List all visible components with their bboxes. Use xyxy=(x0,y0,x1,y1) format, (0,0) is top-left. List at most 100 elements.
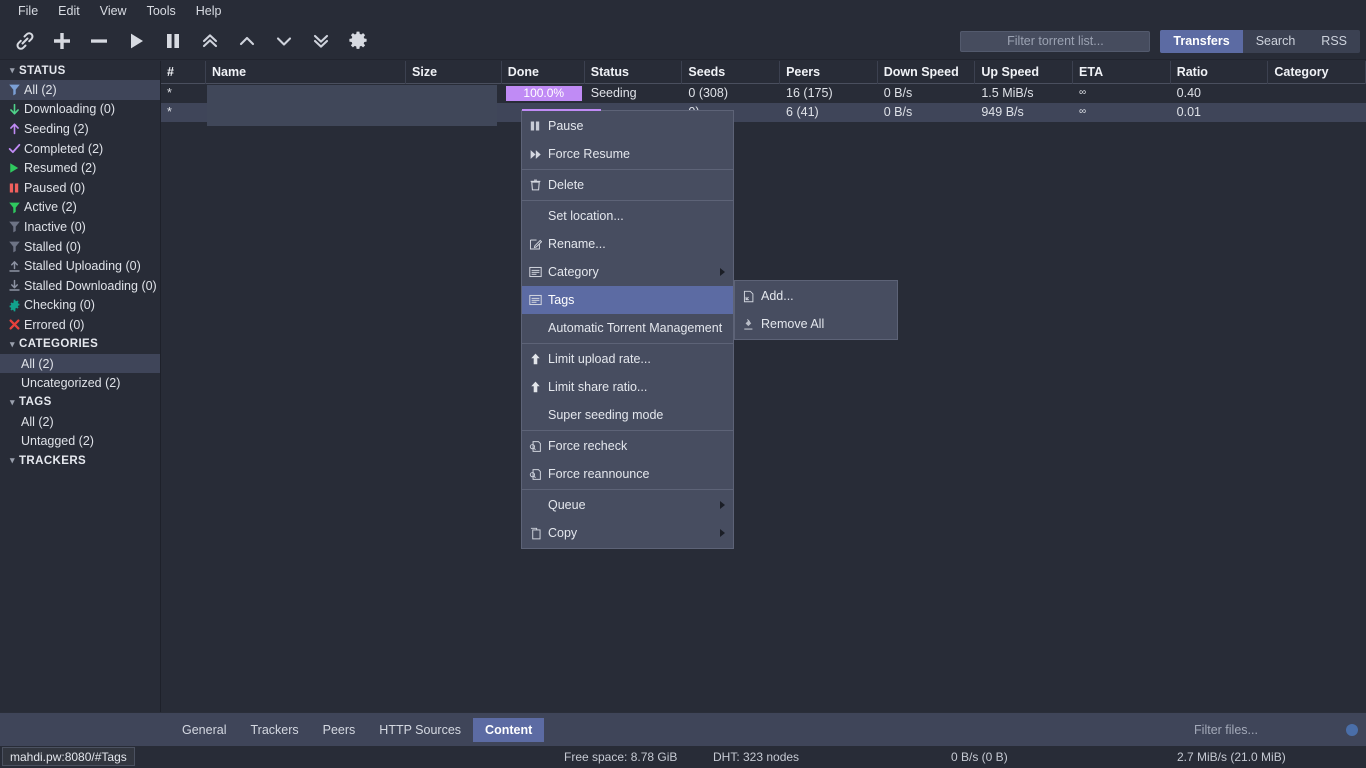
qbittorrent-window: File Edit View Tools Help Filter torrent… xyxy=(0,0,1366,768)
pause-icon[interactable] xyxy=(154,24,191,58)
menu-item-file[interactable]: File xyxy=(8,0,48,22)
menu-separator xyxy=(522,489,733,490)
column-header-[interactable]: # xyxy=(161,61,207,84)
column-header-size[interactable]: Size xyxy=(406,61,502,84)
tags-submenu-item-add[interactable]: Add... xyxy=(735,282,897,310)
details-tab-peers[interactable]: Peers xyxy=(311,718,368,742)
resume-icon[interactable] xyxy=(117,24,154,58)
context-menu-item-delete[interactable]: Delete xyxy=(522,171,733,199)
force-resume-icon xyxy=(522,148,548,161)
torrent-list-panel: # Name Size Done Status Seeds Peers Down Speed U… xyxy=(161,61,1366,712)
sidebar-item-stalled-uploading-0[interactable]: Stalled Uploading (0) xyxy=(0,256,160,276)
sidebar-item-uncategorized-2[interactable]: Uncategorized (2) xyxy=(0,373,160,393)
context-menu-item-label: Copy xyxy=(548,526,578,540)
menu-item-help[interactable]: Help xyxy=(186,0,232,22)
column-header-status[interactable]: Status xyxy=(585,61,683,84)
remove-all-tags-icon xyxy=(735,318,761,331)
preferences-gear-icon[interactable] xyxy=(339,24,376,58)
sidebar-group-label: STATUS xyxy=(19,64,66,77)
sidebar-item-label: Stalled Downloading (0) xyxy=(24,278,157,293)
context-menu-item-queue[interactable]: Queue xyxy=(522,491,733,519)
context-menu-item-rename[interactable]: Rename... xyxy=(522,230,733,258)
context-menu-item-category[interactable]: Category xyxy=(522,258,733,286)
bottom-priority-icon[interactable] xyxy=(302,24,339,58)
torrent-filter-input[interactable] xyxy=(960,30,1151,52)
details-tab-http-sources[interactable]: HTTP Sources xyxy=(367,718,473,742)
submenu-arrow-icon xyxy=(720,268,725,276)
menu-item-edit[interactable]: Edit xyxy=(48,0,90,22)
sidebar-item-paused-0[interactable]: Paused (0) xyxy=(0,178,160,198)
sidebar-item-resumed-2[interactable]: Resumed (2) xyxy=(0,158,160,178)
sidebar-item-active-2[interactable]: Active (2) xyxy=(0,198,160,218)
remove-torrent-icon[interactable] xyxy=(80,24,117,58)
details-tab-trackers[interactable]: Trackers xyxy=(238,718,310,742)
sidebar-item-all-2[interactable]: All (2) xyxy=(0,353,160,374)
context-menu-item-force-reannounce[interactable]: Force reannounce xyxy=(522,460,733,488)
column-header-done[interactable]: Done xyxy=(502,61,585,84)
cell-eta: ∞ xyxy=(1079,106,1087,117)
column-header-ratio[interactable]: Ratio xyxy=(1171,61,1269,84)
tags-submenu-item-remove-all[interactable]: Remove All xyxy=(735,310,897,338)
sidebar-item-downloading-0[interactable]: Downloading (0) xyxy=(0,100,160,120)
sidebar-item-stalled-downloading-0[interactable]: Stalled Downloading (0) xyxy=(0,276,160,296)
sidebar-item-untagged-2[interactable]: Untagged (2) xyxy=(0,432,160,452)
column-header-eta[interactable]: ETA xyxy=(1073,61,1171,84)
sidebar-group-label: TAGS xyxy=(19,396,52,409)
tab-rss[interactable]: RSS xyxy=(1308,30,1360,53)
category-icon xyxy=(522,266,548,278)
filter-files-options-icon[interactable] xyxy=(1346,724,1358,736)
column-header-peers[interactable]: Peers xyxy=(780,61,878,84)
sidebar-group-categories[interactable]: ▾ CATEGORIES xyxy=(0,335,160,354)
sidebar-item-checking-0[interactable]: Checking (0) xyxy=(0,296,160,316)
context-menu-item-copy[interactable]: Copy xyxy=(522,519,733,547)
upload-stalled-icon xyxy=(4,260,24,273)
column-header-seeds[interactable]: Seeds xyxy=(682,61,781,84)
context-menu-item-label: Super seeding mode xyxy=(548,408,664,422)
context-menu-item-label: Delete xyxy=(548,178,585,192)
upload-speed-status: 2.7 MiB/s (21.0 MiB) xyxy=(1177,750,1286,764)
chevron-down-icon: ▾ xyxy=(10,396,15,407)
column-header-down-speed[interactable]: Down Speed xyxy=(878,61,976,84)
context-menu-item-tags[interactable]: Tags xyxy=(522,286,733,314)
sidebar-item-completed-2[interactable]: Completed (2) xyxy=(0,139,160,159)
decrease-priority-icon[interactable] xyxy=(265,24,302,58)
menu-item-view[interactable]: View xyxy=(90,0,137,22)
column-header-up-speed[interactable]: Up Speed xyxy=(975,61,1074,84)
sidebar-item-label: Stalled Uploading (0) xyxy=(24,259,141,274)
context-menu-item-limit-upload-rate[interactable]: Limit upload rate... xyxy=(522,345,733,373)
increase-priority-icon[interactable] xyxy=(228,24,265,58)
sidebar-item-label: Seeding (2) xyxy=(24,121,89,136)
top-priority-icon[interactable] xyxy=(191,24,228,58)
add-torrent-link-icon[interactable] xyxy=(6,24,43,58)
context-menu-item-force-resume[interactable]: Force Resume xyxy=(522,140,733,168)
context-menu-item-automatic-torrent-management[interactable]: Automatic Torrent Management xyxy=(522,314,733,342)
sidebar-item-seeding-2[interactable]: Seeding (2) xyxy=(0,119,160,139)
sidebar-item-label: Paused (0) xyxy=(24,180,86,195)
context-menu-item-force-recheck[interactable]: Force recheck xyxy=(522,432,733,460)
chevron-down-icon: ▾ xyxy=(10,338,15,349)
sidebar-item-inactive-0[interactable]: Inactive (0) xyxy=(0,217,160,237)
context-menu-item-set-location[interactable]: Set location... xyxy=(522,202,733,230)
details-tab-general[interactable]: General xyxy=(170,718,238,742)
sidebar-item-all-2[interactable]: All (2) xyxy=(0,80,160,100)
sidebar-item-all-2[interactable]: All (2) xyxy=(0,412,160,432)
menu-item-tools[interactable]: Tools xyxy=(137,0,186,22)
context-menu-item-label: Limit upload rate... xyxy=(548,352,651,366)
sidebar-item-stalled-0[interactable]: Stalled (0) xyxy=(0,237,160,257)
column-header-category[interactable]: Category xyxy=(1268,61,1366,84)
cell-peers: 16 (175) xyxy=(786,86,833,100)
add-torrent-file-icon[interactable] xyxy=(43,24,80,58)
tab-transfers[interactable]: Transfers xyxy=(1160,29,1243,53)
sidebar-item-errored-0[interactable]: Errored (0) xyxy=(0,315,160,335)
cell-up-speed: 1.5 MiB/s xyxy=(981,86,1034,100)
context-menu-item-pause[interactable]: Pause xyxy=(522,112,733,140)
context-menu-item-super-seeding-mode[interactable]: Super seeding mode xyxy=(522,401,733,429)
files-filter-input[interactable] xyxy=(1116,721,1336,740)
tab-search[interactable]: Search xyxy=(1243,30,1309,53)
sidebar-group-status[interactable]: ▾ STATUS xyxy=(0,61,160,80)
sidebar-group-tags[interactable]: ▾ TAGS xyxy=(0,393,160,412)
details-tab-content[interactable]: Content xyxy=(473,717,545,742)
context-menu-item-limit-share-ratio[interactable]: Limit share ratio... xyxy=(522,373,733,401)
sidebar-group-trackers[interactable]: ▾ TRACKERS xyxy=(0,451,160,470)
column-header-name[interactable]: Name xyxy=(206,61,407,84)
